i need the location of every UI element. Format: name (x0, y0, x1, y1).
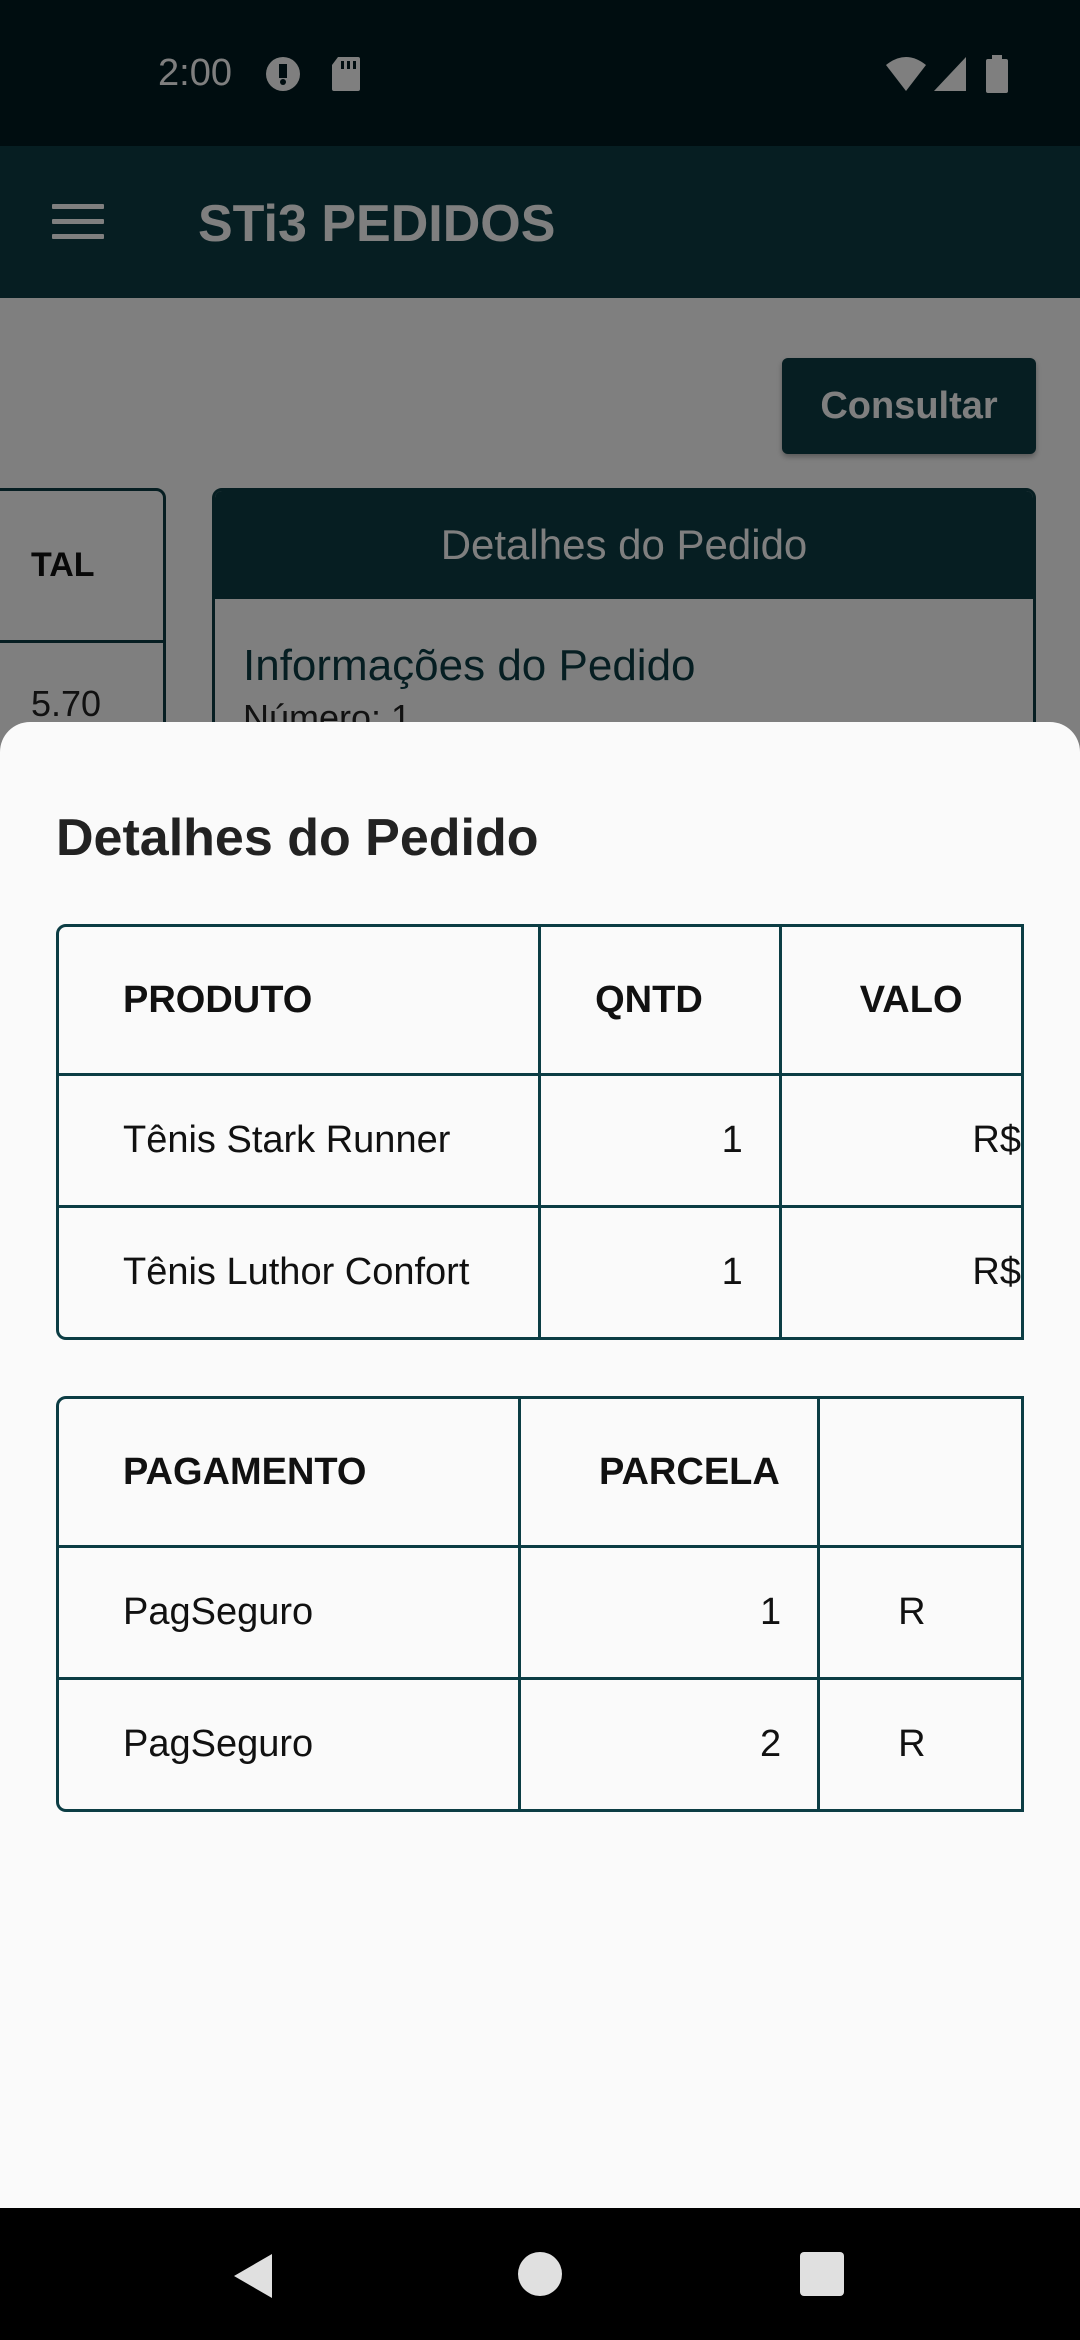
cell-produto: Tênis Stark Runner (56, 1076, 542, 1208)
column-header-valor: VALO (781, 924, 1024, 1076)
column-header-produto: PRODUTO (56, 924, 542, 1076)
cell-qntd: 1 (541, 1208, 782, 1340)
table-row: PagSeguro 1 R (56, 1548, 1024, 1680)
cell-pagamento: PagSeguro (56, 1548, 521, 1680)
cell-valor: R (820, 1680, 1024, 1812)
home-icon[interactable] (518, 2252, 562, 2296)
recents-icon[interactable] (800, 2252, 844, 2296)
cell-pagamento: PagSeguro (56, 1680, 521, 1812)
cell-qntd: 1 (541, 1076, 782, 1208)
column-header-qntd: QNTD (541, 924, 782, 1076)
payments-table: PAGAMENTO PARCELA PagSeguro 1 R PagSegur… (56, 1396, 1024, 1812)
cell-valor: R$ (781, 1076, 1024, 1208)
back-icon[interactable] (234, 2254, 272, 2298)
cell-parcela: 2 (520, 1680, 821, 1812)
cell-valor: R$ (781, 1208, 1024, 1340)
column-header-valor (820, 1396, 1024, 1548)
system-nav-bar (0, 2208, 1080, 2340)
products-table: PRODUTO QNTD VALO Tênis Stark Runner 1 R… (56, 924, 1024, 1340)
order-details-sheet: Detalhes do Pedido PRODUTO QNTD VALO Tên… (0, 722, 1080, 2208)
column-header-parcela: PARCELA (520, 1396, 821, 1548)
sheet-title: Detalhes do Pedido (56, 809, 539, 867)
cell-produto: Tênis Luthor Confort (56, 1208, 542, 1340)
products-table-scroll[interactable]: PRODUTO QNTD VALO Tênis Stark Runner 1 R… (56, 924, 1024, 1340)
table-row: PagSeguro 2 R (56, 1680, 1024, 1812)
cell-valor: R (820, 1548, 1024, 1680)
table-row: Tênis Luthor Confort 1 R$ (56, 1208, 1024, 1340)
payments-table-scroll[interactable]: PAGAMENTO PARCELA PagSeguro 1 R PagSegur… (56, 1396, 1024, 1812)
table-row: Tênis Stark Runner 1 R$ (56, 1076, 1024, 1208)
column-header-pagamento: PAGAMENTO (56, 1396, 521, 1548)
cell-parcela: 1 (520, 1548, 821, 1680)
